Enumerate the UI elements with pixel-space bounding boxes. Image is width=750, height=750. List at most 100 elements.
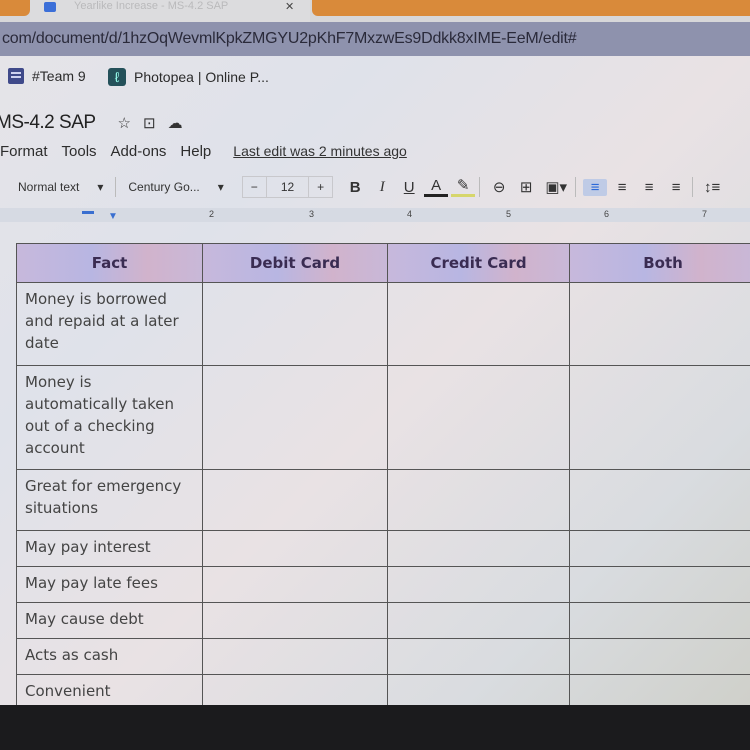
style-value: Normal text (18, 180, 80, 194)
toolbar-divider (692, 177, 694, 197)
ruler-mark: 7 (702, 209, 708, 219)
bookmark-photopea[interactable]: ℓ Photopea | Online P... (108, 68, 269, 86)
fact-cell[interactable]: May cause debt (16, 602, 203, 639)
header-credit-card[interactable]: Credit Card (387, 243, 570, 283)
text-color-button[interactable]: A (424, 177, 449, 197)
bold-button[interactable]: B (343, 179, 367, 196)
both-cell[interactable] (569, 469, 750, 531)
both-cell[interactable] (569, 638, 750, 675)
underline-button[interactable]: U (397, 179, 421, 196)
debit-cell[interactable] (202, 602, 388, 639)
credit-cell[interactable] (387, 469, 570, 531)
both-cell[interactable] (569, 365, 750, 470)
menu-format[interactable]: Format (0, 143, 48, 160)
last-edit-link[interactable]: Last edit was 2 minutes ago (233, 143, 407, 159)
line-spacing-icon[interactable]: ↕≡ (700, 179, 724, 196)
font-size-increase-button[interactable]: + (309, 177, 332, 197)
chevron-down-icon: ▾ (217, 180, 224, 194)
font-value: Century Go... (128, 180, 200, 194)
align-left-icon[interactable]: ≡ (583, 178, 608, 196)
credit-cell[interactable] (387, 566, 570, 603)
credit-cell[interactable] (387, 365, 570, 470)
toolbar-divider (479, 177, 481, 197)
address-bar[interactable]: com/document/d/1hzOqWevmlKpkZMGYU2pKhF7M… (0, 22, 750, 56)
document-title[interactable]: MS-4.2 SAP (0, 112, 96, 134)
table-row: Money is borrowed and repaid at a later … (16, 282, 750, 366)
fact-cell[interactable]: May pay late fees (16, 566, 203, 603)
fact-cell[interactable]: May pay interest (16, 530, 203, 567)
tab-next[interactable] (312, 0, 750, 16)
fact-cell[interactable]: Acts as cash (16, 638, 203, 675)
team-icon (8, 68, 24, 84)
ruler-mark: 4 (407, 209, 413, 219)
url-text[interactable]: com/document/d/1hzOqWevmlKpkZMGYU2pKhF7M… (2, 30, 577, 48)
menu-bar: Format Tools Add-ons Help Last edit was … (0, 140, 407, 162)
menu-help[interactable]: Help (180, 143, 211, 160)
credit-cell[interactable] (387, 282, 570, 366)
menu-tools[interactable]: Tools (62, 143, 97, 160)
photopea-icon: ℓ (108, 68, 126, 86)
credit-cell[interactable] (387, 602, 570, 639)
debit-cell[interactable] (202, 282, 388, 366)
bookmark-label: Photopea | Online P... (134, 69, 269, 85)
table-row: May pay late fees (16, 566, 750, 603)
table-header-row: Fact Debit Card Credit Card Both (16, 243, 750, 283)
left-indent-handle[interactable]: ▼ (108, 211, 118, 222)
table-row: Great for emergency situations (16, 469, 750, 531)
tab-close-icon[interactable]: ✕ (285, 0, 294, 13)
toolbar-divider (575, 177, 577, 197)
both-cell[interactable] (569, 530, 750, 567)
docs-favicon-icon (44, 2, 56, 12)
header-both[interactable]: Both (569, 243, 750, 283)
tab-previous[interactable] (0, 0, 30, 16)
cloud-saved-icon[interactable]: ☁ (168, 114, 183, 132)
add-comment-icon[interactable]: ⊞ (514, 178, 538, 196)
debit-cell[interactable] (202, 566, 388, 603)
menu-add-ons[interactable]: Add-ons (111, 143, 167, 160)
star-icon[interactable]: ☆ (118, 114, 131, 132)
style-dropdown[interactable]: Normal text ▾ (10, 180, 111, 194)
insert-image-icon[interactable]: ▣▾ (541, 178, 571, 196)
align-center-icon[interactable]: ≡ (610, 179, 634, 196)
debit-cell[interactable] (202, 638, 388, 675)
fact-cell[interactable]: Great for emergency situations (16, 469, 203, 531)
toolbar-divider (115, 177, 117, 197)
debit-cell[interactable] (202, 365, 388, 470)
align-right-icon[interactable]: ≡ (637, 179, 661, 196)
debit-cell[interactable] (202, 469, 388, 531)
table-row: May pay interest (16, 530, 750, 567)
debit-cell[interactable] (202, 530, 388, 567)
fact-cell[interactable]: Money is automatically taken out of a ch… (16, 365, 203, 470)
fact-table: Fact Debit Card Credit Card Both Money i… (16, 243, 750, 711)
tab-active[interactable]: Yearlike Increase - MS-4.2 SAP ✕ (30, 0, 310, 22)
header-fact[interactable]: Fact (16, 243, 203, 283)
first-line-indent-handle[interactable] (82, 211, 94, 214)
font-size-decrease-button[interactable]: − (243, 177, 267, 197)
ruler[interactable]: ▼ 2 3 4 5 6 7 (0, 208, 750, 222)
table-row: Acts as cash (16, 638, 750, 675)
bookmark-team-9[interactable]: #Team 9 (8, 68, 86, 84)
font-dropdown[interactable]: Century Go... ▾ (120, 180, 231, 194)
ruler-mark: 5 (506, 209, 512, 219)
toolbar: Normal text ▾ Century Go... ▾ − 12 + B I… (0, 172, 750, 202)
fact-cell[interactable]: Money is borrowed and repaid at a later … (16, 282, 203, 366)
italic-button[interactable]: I (370, 179, 394, 196)
ruler-mark: 3 (309, 209, 315, 219)
bookmark-label: #Team 9 (32, 68, 86, 84)
tab-bar: Yearlike Increase - MS-4.2 SAP ✕ (0, 0, 750, 22)
font-size-input[interactable]: 12 (267, 177, 310, 197)
tab-title: Yearlike Increase - MS-4.2 SAP (74, 0, 229, 12)
both-cell[interactable] (569, 282, 750, 366)
ruler-mark: 6 (604, 209, 610, 219)
ruler-mark: 2 (209, 209, 215, 219)
both-cell[interactable] (569, 602, 750, 639)
highlight-pen-icon[interactable]: ✎ (451, 177, 476, 197)
link-icon[interactable]: ⊖ (487, 178, 511, 196)
move-to-folder-icon[interactable]: ⊡ (143, 114, 156, 132)
monitor-bezel (0, 705, 750, 750)
header-debit-card[interactable]: Debit Card (202, 243, 388, 283)
credit-cell[interactable] (387, 638, 570, 675)
justify-icon[interactable]: ≡ (664, 179, 688, 196)
both-cell[interactable] (569, 566, 750, 603)
credit-cell[interactable] (387, 530, 570, 567)
